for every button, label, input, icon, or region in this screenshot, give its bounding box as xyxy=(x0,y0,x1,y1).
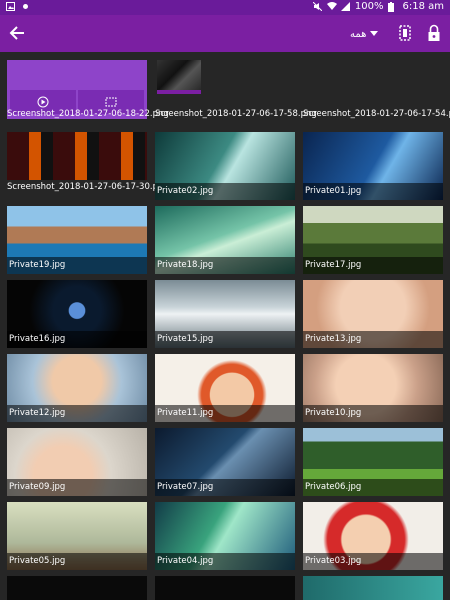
media-grid: Screenshot_2018-01-27-06-18-22.png Scree… xyxy=(0,52,450,600)
grid-item[interactable]: Private06.jpg xyxy=(303,428,443,496)
status-bar: 100% 6:18 am xyxy=(0,0,450,15)
filter-label: همه xyxy=(350,28,367,40)
grid-item[interactable] xyxy=(7,576,147,600)
file-name: Private16.jpg xyxy=(7,331,147,348)
battery-level: 100% xyxy=(354,1,384,12)
grid-item[interactable]: Private18.jpg xyxy=(155,206,295,274)
play-icon xyxy=(37,96,49,108)
grid-item[interactable] xyxy=(157,60,201,94)
file-name: Private05.jpg xyxy=(7,553,147,570)
grid-item[interactable] xyxy=(155,576,295,600)
file-name: Private19.jpg xyxy=(7,257,147,274)
clock: 6:18 am xyxy=(402,1,444,12)
notification-dot-icon xyxy=(21,2,30,11)
file-name: Private18.jpg xyxy=(155,257,295,274)
back-arrow-icon xyxy=(9,26,24,40)
file-name: Private17.jpg xyxy=(303,257,443,274)
file-name: Private03.jpg xyxy=(303,553,443,570)
grid-item[interactable] xyxy=(303,576,443,600)
select-all-icon xyxy=(399,25,411,41)
file-name: Private02.jpg xyxy=(155,183,295,200)
wifi-icon xyxy=(326,2,337,11)
app-toolbar: همه xyxy=(0,15,450,52)
file-name: Screenshot_2018-01-27-06-18-22.png xyxy=(7,109,169,119)
grid-item[interactable]: Private13.jpg xyxy=(303,280,443,348)
lock-icon xyxy=(428,24,440,41)
file-name: Private11.jpg xyxy=(155,405,295,422)
lock-button[interactable] xyxy=(424,23,444,43)
grid-item[interactable]: Private01.jpg xyxy=(303,132,443,200)
file-name: Screenshot_2018-01-27-06-17-30.png xyxy=(7,182,169,192)
file-name: Private01.jpg xyxy=(303,183,443,200)
file-name: Private10.jpg xyxy=(303,405,443,422)
grid-item[interactable]: Private16.jpg xyxy=(7,280,147,348)
file-name: Private15.jpg xyxy=(155,331,295,348)
grid-item[interactable]: Private12.jpg xyxy=(7,354,147,422)
gallery-notification-icon xyxy=(6,2,15,11)
grid-item[interactable]: Private05.jpg xyxy=(7,502,147,570)
file-name: Private07.jpg xyxy=(155,479,295,496)
thumbnail-bar xyxy=(157,90,201,94)
mute-icon xyxy=(312,1,323,12)
grid-item[interactable]: Private11.jpg xyxy=(155,354,295,422)
file-name: Screenshot_2018-01-27-06-17-54.png xyxy=(303,109,450,119)
file-name: Private13.jpg xyxy=(303,331,443,348)
thumbnail xyxy=(7,132,147,180)
grid-item[interactable]: Private19.jpg xyxy=(7,206,147,274)
grid-item[interactable]: Private15.jpg xyxy=(155,280,295,348)
dropdown-arrow-icon xyxy=(370,31,379,36)
grid-item[interactable]: Private17.jpg xyxy=(303,206,443,274)
file-name: Private04.jpg xyxy=(155,553,295,570)
battery-icon xyxy=(388,2,397,12)
grid-item[interactable]: Private02.jpg xyxy=(155,132,295,200)
grid-item[interactable] xyxy=(7,132,147,180)
file-name: Private09.jpg xyxy=(7,479,147,496)
select-all-button[interactable] xyxy=(395,23,415,43)
signal-icon xyxy=(340,2,350,11)
file-name: Private12.jpg xyxy=(7,405,147,422)
thumbnail xyxy=(157,60,201,94)
grid-item[interactable] xyxy=(303,60,443,100)
grid-item[interactable]: Private04.jpg xyxy=(155,502,295,570)
grid-item[interactable]: Private09.jpg xyxy=(7,428,147,496)
grid-item[interactable]: Private07.jpg xyxy=(155,428,295,496)
file-name: Screenshot_2018-01-27-06-17-58.png xyxy=(155,109,317,119)
back-button[interactable] xyxy=(6,22,28,44)
grid-item[interactable]: Private03.jpg xyxy=(303,502,443,570)
filter-dropdown[interactable]: همه xyxy=(350,25,379,43)
file-name: Private06.jpg xyxy=(303,479,443,496)
grid-item[interactable]: Private10.jpg xyxy=(303,354,443,422)
crop-icon xyxy=(105,97,117,107)
